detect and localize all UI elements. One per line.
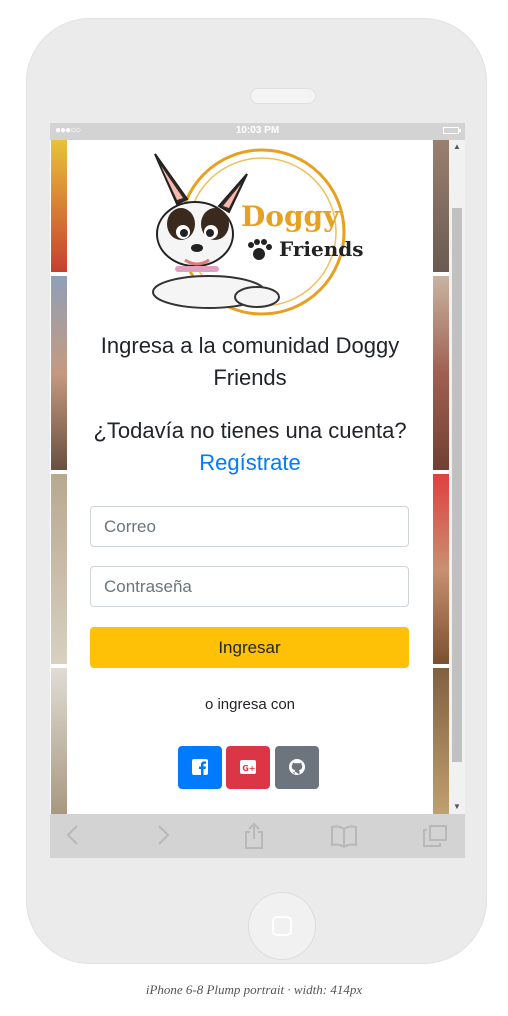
or-login-with-text: o ingresa con [204, 696, 296, 713]
svg-text:G+: G+ [242, 764, 255, 773]
facebook-login-button[interactable] [178, 746, 222, 789]
github-login-button[interactable] [275, 746, 319, 789]
google-plus-icon: G+ [240, 760, 256, 774]
scroll-thumb[interactable] [452, 208, 462, 762]
home-button[interactable] [248, 892, 316, 960]
google-plus-login-button[interactable]: G+ [226, 746, 270, 789]
status-bar: ●●●○○ 10:03 PM [50, 123, 465, 140]
logo-text-doggy: Doggy [241, 200, 340, 233]
bookmarks-icon[interactable] [330, 824, 358, 848]
scrollbar[interactable]: ▲ ▼ [449, 140, 465, 814]
paw-icon [248, 239, 272, 260]
phone-speaker [250, 88, 316, 104]
back-icon[interactable] [64, 824, 82, 846]
status-time: 10:03 PM [235, 125, 280, 136]
share-icon[interactable] [242, 822, 266, 850]
browser-viewport: Doggy Friends Ingresa a la comunidad Dog… [50, 140, 465, 814]
scroll-down-arrow-icon[interactable]: ▼ [449, 800, 465, 814]
scroll-up-arrow-icon[interactable]: ▲ [449, 140, 465, 154]
doggy-friends-logo: Doggy Friends [152, 148, 363, 316]
forward-icon[interactable] [154, 824, 172, 846]
login-button[interactable]: Ingresar [90, 627, 409, 668]
battery-icon [443, 127, 461, 134]
password-field[interactable] [90, 566, 409, 607]
background-photos-right [433, 140, 449, 814]
safari-toolbar [50, 814, 465, 858]
device-caption: iPhone 6-8 Plump portrait · width: 414px [145, 982, 363, 997]
no-account-text: ¿Todavía no tienes una cuenta? [93, 418, 407, 443]
login-card: Doggy Friends Ingresa a la comunidad Dog… [67, 140, 433, 814]
page-title: Ingresa a la comunidad Doggy Friends [100, 333, 400, 390]
background-photos-left [51, 140, 67, 814]
email-field[interactable] [90, 506, 409, 547]
facebook-icon [192, 759, 208, 775]
logo-text-friends: Friends [279, 237, 363, 261]
register-link[interactable]: Regístrate [67, 447, 433, 479]
github-icon [289, 759, 305, 775]
tabs-icon[interactable] [422, 824, 448, 848]
